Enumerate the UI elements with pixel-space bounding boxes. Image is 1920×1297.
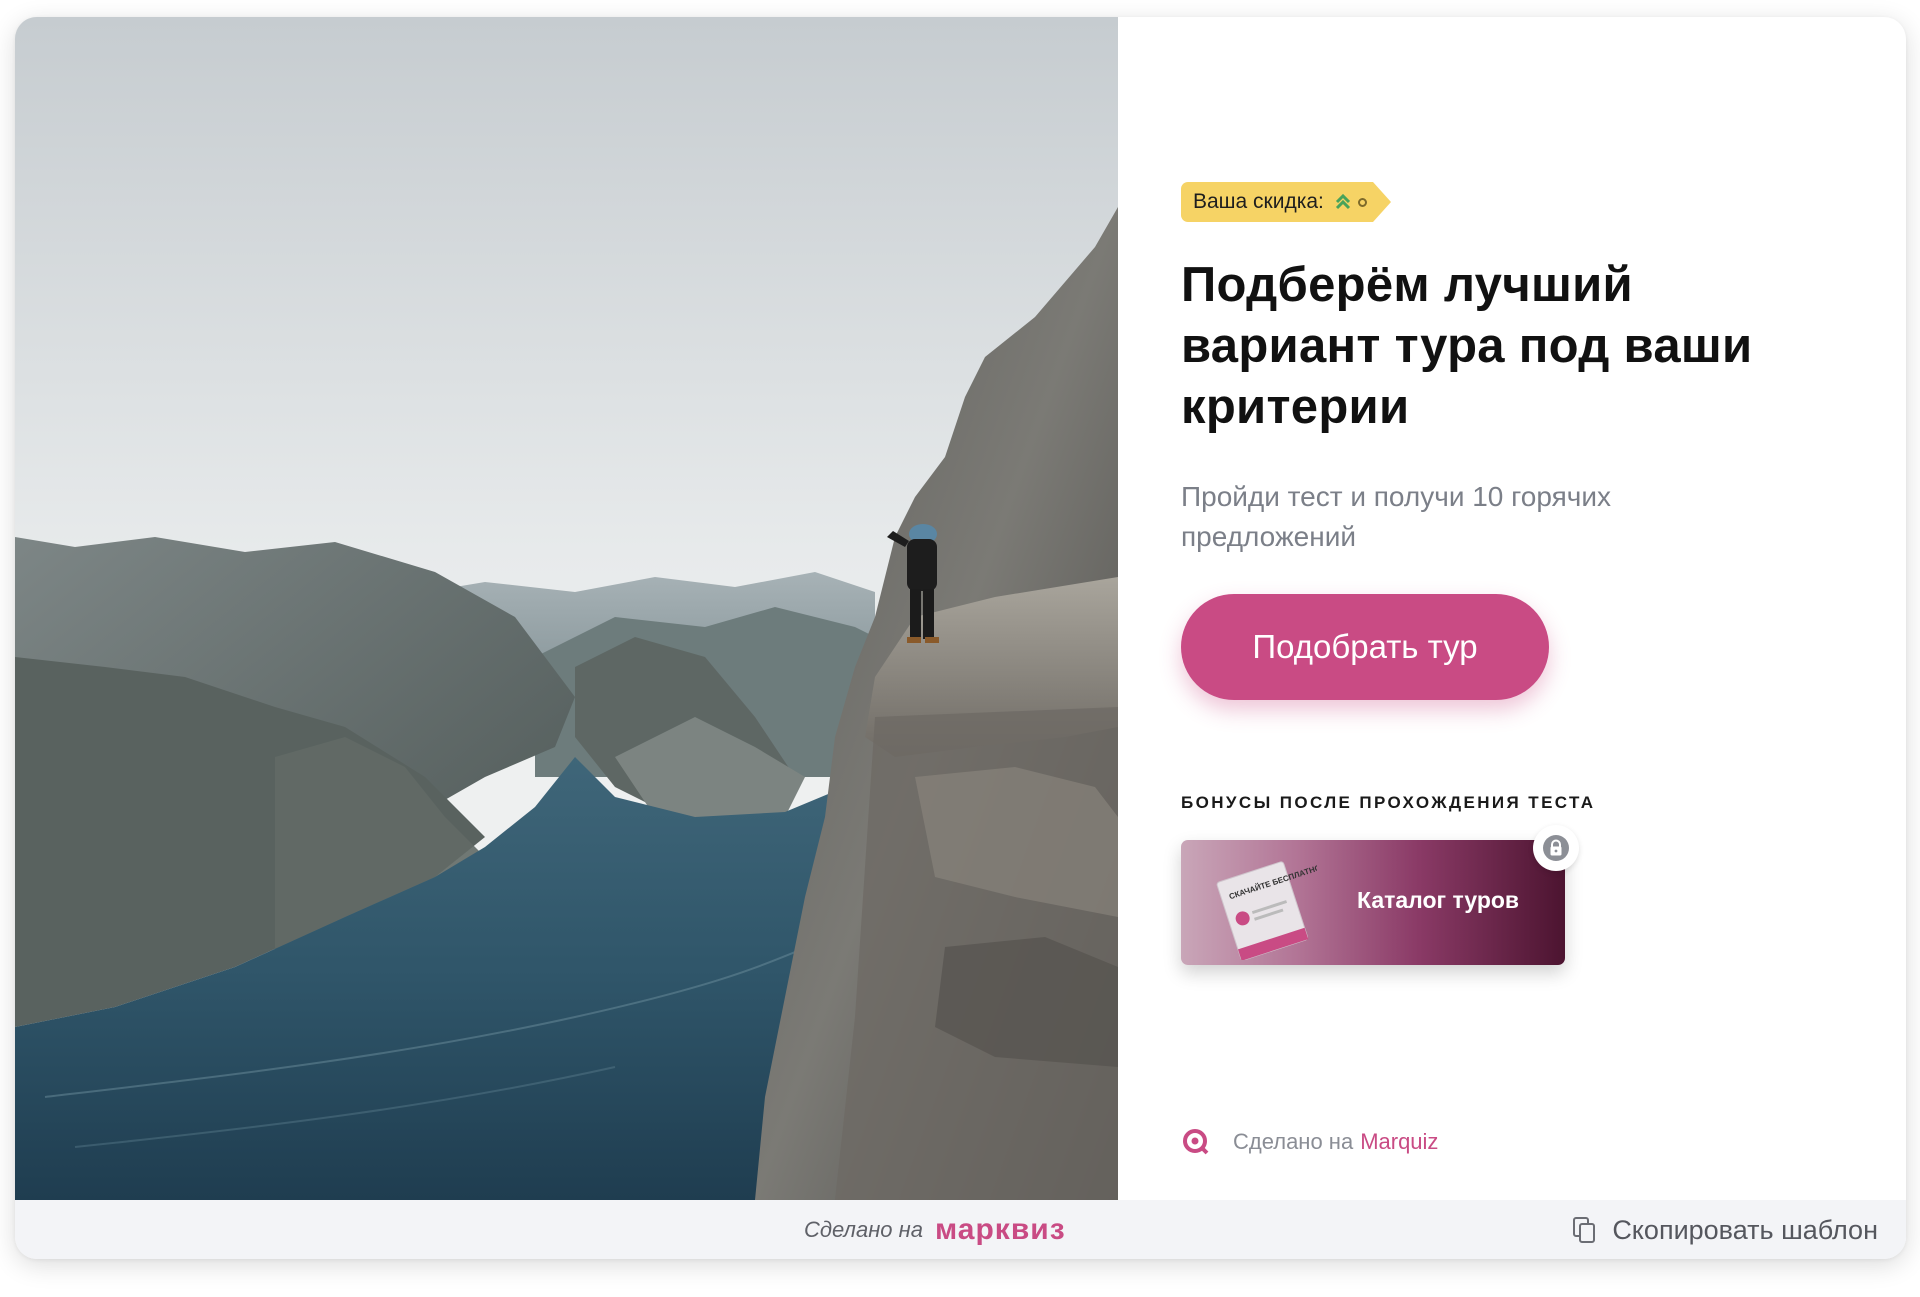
tag-hole-icon — [1357, 197, 1367, 207]
fjord-landscape-image — [15, 17, 1118, 1200]
marquiz-link[interactable]: Marquiz — [1360, 1129, 1438, 1155]
bottom-bar: Сделано на марквиз Скопировать шаблон — [15, 1200, 1906, 1259]
quiz-start-card: Ваша скидка: Подберём лучший вариант тур… — [15, 17, 1906, 1259]
hero-photo — [15, 17, 1118, 1200]
content-panel: Ваша скидка: Подберём лучший вариант тур… — [1181, 17, 1881, 1200]
catalog-book-image: СКАЧАЙТЕ БЕСПЛАТНО — [1216, 861, 1317, 960]
discount-badge: Ваша скидка: — [1181, 182, 1391, 222]
lock-badge — [1533, 825, 1579, 871]
marquiz-logo-icon — [1183, 1129, 1209, 1155]
page-title: Подберём лучший вариант тура под ваши кр… — [1181, 258, 1753, 434]
bonuses-heading: БОНУСЫ ПОСЛЕ ПРОХОЖДЕНИЯ ТЕСТА — [1181, 793, 1596, 812]
made-on-brand-prefix: Сделано на — [804, 1217, 923, 1242]
lock-icon — [1543, 835, 1569, 861]
page-subtitle: Пройди тест и получи 10 горячих предложе… — [1181, 481, 1611, 552]
copy-template-button[interactable]: Скопировать шаблон — [1572, 1210, 1878, 1250]
made-on-brand[interactable]: Сделано на марквиз — [804, 1210, 1066, 1250]
bonus-label: Каталог туров — [1357, 887, 1520, 913]
start-quiz-button[interactable]: Подобрать тур — [1181, 594, 1549, 700]
made-on-prefix: Сделано на — [1233, 1129, 1354, 1154]
copy-template-label: Скопировать шаблон — [1612, 1214, 1878, 1245]
double-chevron-up-icon — [1335, 193, 1350, 210]
copy-icon — [1573, 1217, 1596, 1243]
made-on-marquiz[interactable]: Сделано на Marquiz — [1181, 1127, 1438, 1157]
brand-logo[interactable]: марквиз — [935, 1213, 1066, 1247]
discount-label: Ваша скидка: — [1193, 190, 1324, 213]
bonus-card-catalog[interactable]: СКАЧАЙТЕ БЕСПЛАТНО Каталог туров — [1181, 825, 1579, 965]
